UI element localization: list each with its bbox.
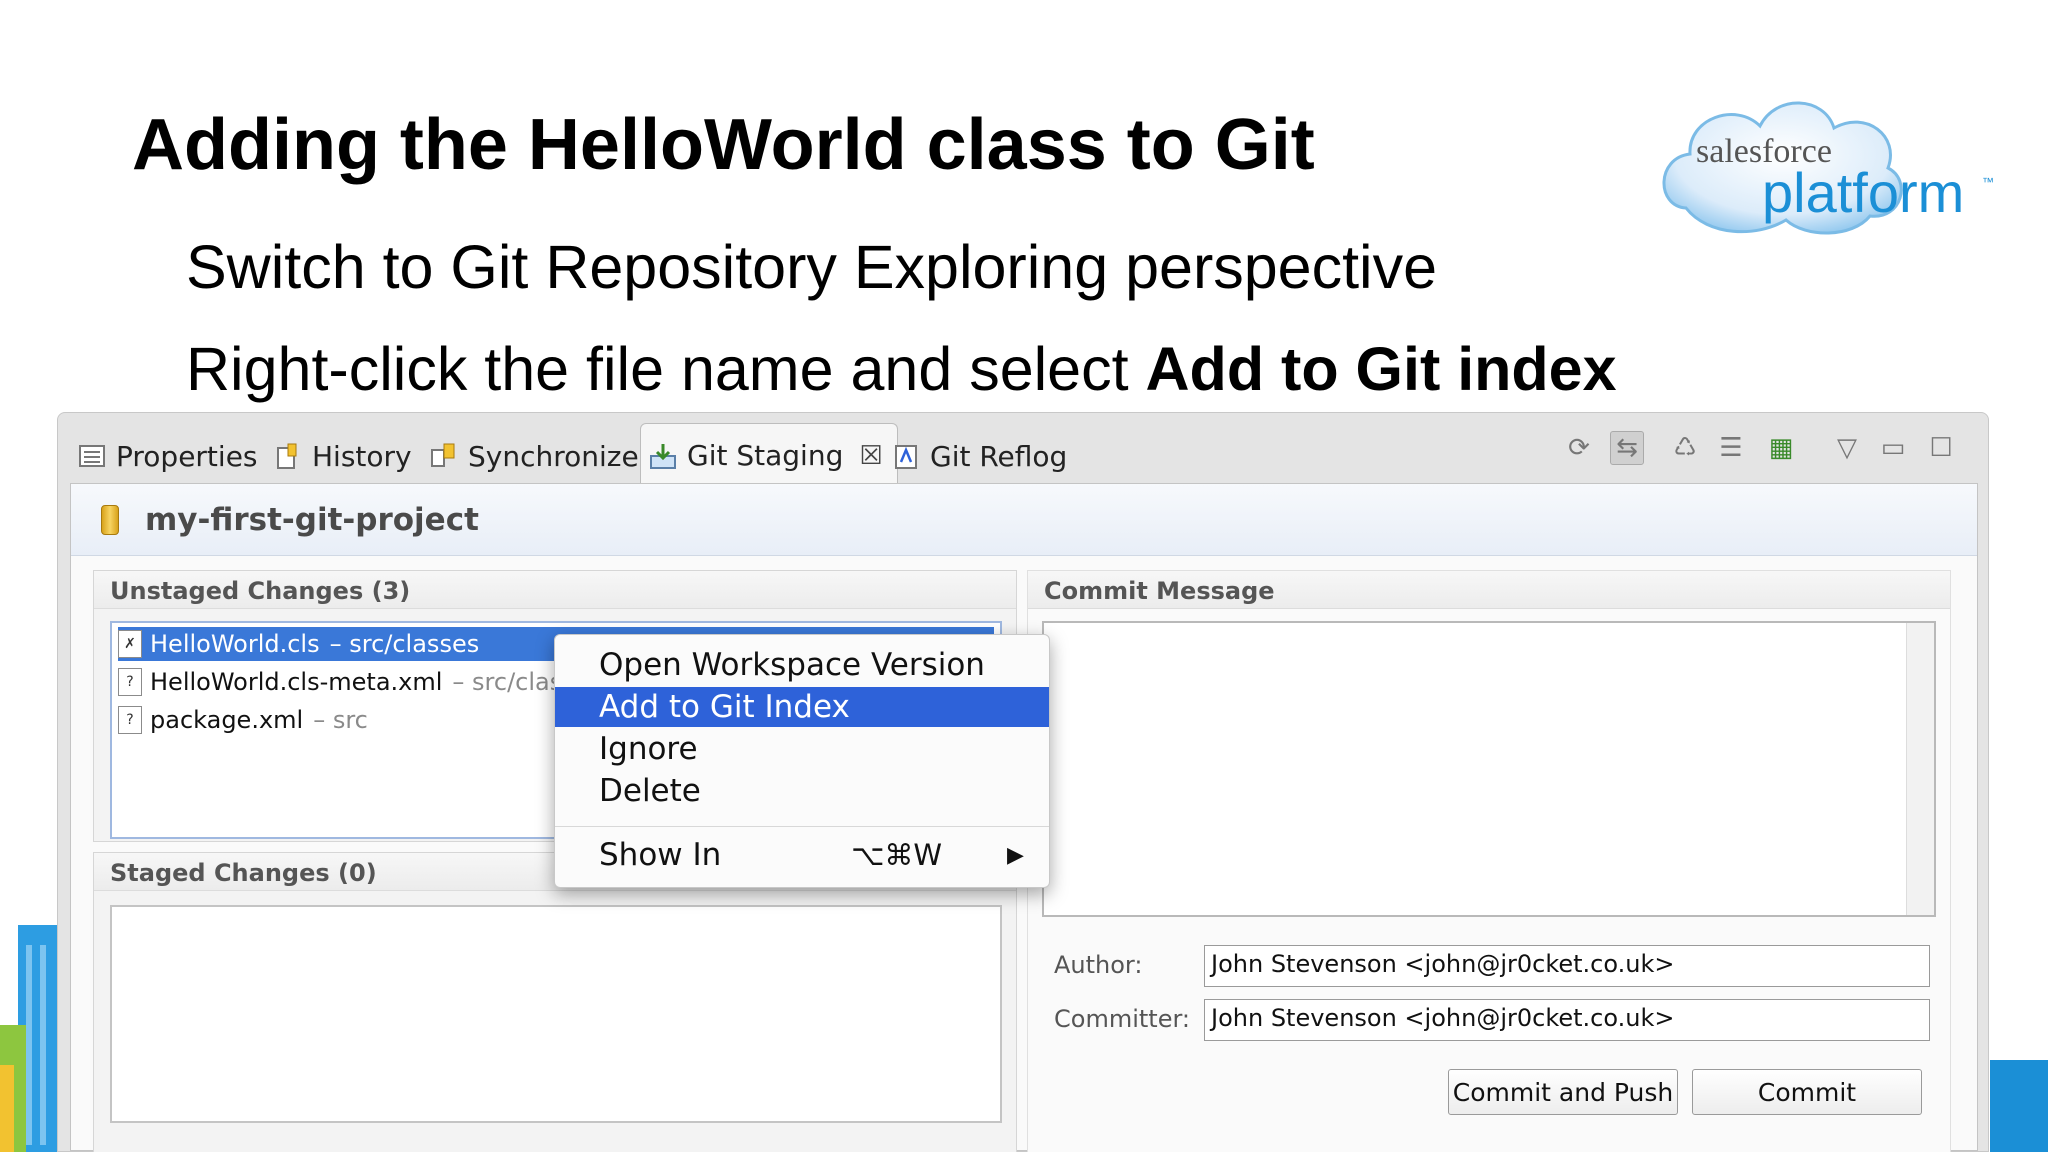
- staged-changes-list[interactable]: [110, 905, 1002, 1123]
- close-icon[interactable]: ☒: [859, 441, 882, 471]
- bullet-switch-perspective: Switch to Git Repository Exploring persp…: [186, 233, 1438, 301]
- menu-item-show-in[interactable]: Show In ⌥⌘W ▶: [555, 835, 1049, 875]
- menu-item-show-in-shortcut: ⌥⌘W: [851, 838, 943, 872]
- context-menu: Open Workspace Version Add to Git Index …: [554, 634, 1050, 888]
- repository-icon: [101, 504, 119, 535]
- file-icon: ?: [118, 668, 142, 696]
- menu-item-delete[interactable]: Delete: [555, 771, 1049, 811]
- file-name: package.xml: [150, 706, 304, 734]
- tab-history[interactable]: History: [274, 429, 412, 483]
- link-selection-icon[interactable]: ⇆: [1610, 431, 1644, 465]
- menu-item-add-to-git-index[interactable]: Add to Git Index: [555, 687, 1049, 727]
- tab-properties[interactable]: Properties: [78, 429, 258, 483]
- git-reflog-icon: [895, 445, 917, 469]
- tab-git-staging[interactable]: Git Staging ☒: [640, 423, 898, 487]
- properties-icon: [79, 445, 105, 467]
- compare-mode-icon[interactable]: ♺: [1668, 431, 1702, 465]
- logo-product-text: platform: [1762, 161, 1964, 224]
- committer-label: Committer:: [1054, 1005, 1190, 1033]
- logo-tm: ™: [1982, 175, 1994, 189]
- commit-message-input[interactable]: [1042, 621, 1936, 917]
- tab-history-label: History: [312, 439, 412, 473]
- menu-item-ignore[interactable]: Ignore: [555, 729, 1049, 769]
- file-path: – src/classes: [329, 630, 480, 658]
- commit-and-push-button[interactable]: Commit and Push: [1448, 1069, 1678, 1115]
- tab-git-staging-label: Git Staging: [687, 439, 844, 472]
- file-icon: ?: [118, 706, 142, 734]
- minimize-icon[interactable]: ▭: [1876, 431, 1910, 465]
- committer-field[interactable]: John Stevenson <john@jr0cket.co.uk>: [1204, 999, 1930, 1041]
- tab-git-reflog[interactable]: Git Reflog: [892, 429, 1067, 483]
- file-name: HelloWorld.cls-meta.xml: [150, 668, 443, 696]
- presentation-icon[interactable]: ☰: [1714, 431, 1748, 465]
- bullet-right-click-text: Right-click the file name and select: [186, 335, 1146, 403]
- git-staging-icon: [650, 443, 676, 469]
- file-path: – src: [313, 706, 368, 734]
- tab-properties-label: Properties: [116, 439, 258, 473]
- commit-message-header: Commit Message: [1028, 571, 1950, 609]
- project-bar: my-first-git-project: [71, 484, 1977, 556]
- file-name: HelloWorld.cls: [150, 630, 320, 658]
- menu-separator: [555, 826, 1049, 827]
- submenu-arrow-icon: ▶: [1007, 842, 1024, 868]
- blue-corner-decoration: [1990, 1060, 2048, 1152]
- bullet-right-click-bold: Add to Git index: [1145, 335, 1617, 403]
- tab-synchronize-label: Synchronize: [468, 439, 639, 473]
- view-menu-icon[interactable]: ▽: [1830, 431, 1864, 465]
- slide-title: Adding the HelloWorld class to Git: [132, 105, 1315, 185]
- view-tab-bar: Properties History Synchronize Git Stagi…: [70, 417, 1978, 487]
- author-field[interactable]: John Stevenson <john@jr0cket.co.uk>: [1204, 945, 1930, 987]
- tab-synchronize[interactable]: Synchronize: [430, 429, 639, 483]
- menu-item-open-workspace-version[interactable]: Open Workspace Version: [555, 645, 1049, 685]
- commit-message-scrollbar[interactable]: [1906, 623, 1934, 915]
- author-label: Author:: [1054, 951, 1143, 979]
- synchronize-icon: [431, 443, 455, 467]
- sort-icon[interactable]: ▦: [1764, 431, 1798, 465]
- file-icon: ✗: [118, 630, 142, 658]
- salesforce-platform-logo: salesforce platform ™: [1662, 101, 1994, 235]
- refresh-icon[interactable]: ⟳: [1562, 431, 1596, 465]
- history-icon: [277, 443, 297, 469]
- commit-section: Commit Message Author: John Stevenson <j…: [1027, 570, 1951, 1152]
- menu-item-show-in-label: Show In: [599, 837, 722, 873]
- commit-button[interactable]: Commit: [1692, 1069, 1922, 1115]
- staged-changes-section: Staged Changes (0): [93, 852, 1017, 1152]
- project-name: my-first-git-project: [145, 501, 479, 538]
- maximize-icon[interactable]: ☐: [1924, 431, 1958, 465]
- bullet-right-click: Right-click the file name and select Add…: [186, 334, 1617, 404]
- tab-git-reflog-label: Git Reflog: [930, 439, 1068, 473]
- unstaged-changes-header: Unstaged Changes (3): [94, 571, 1016, 609]
